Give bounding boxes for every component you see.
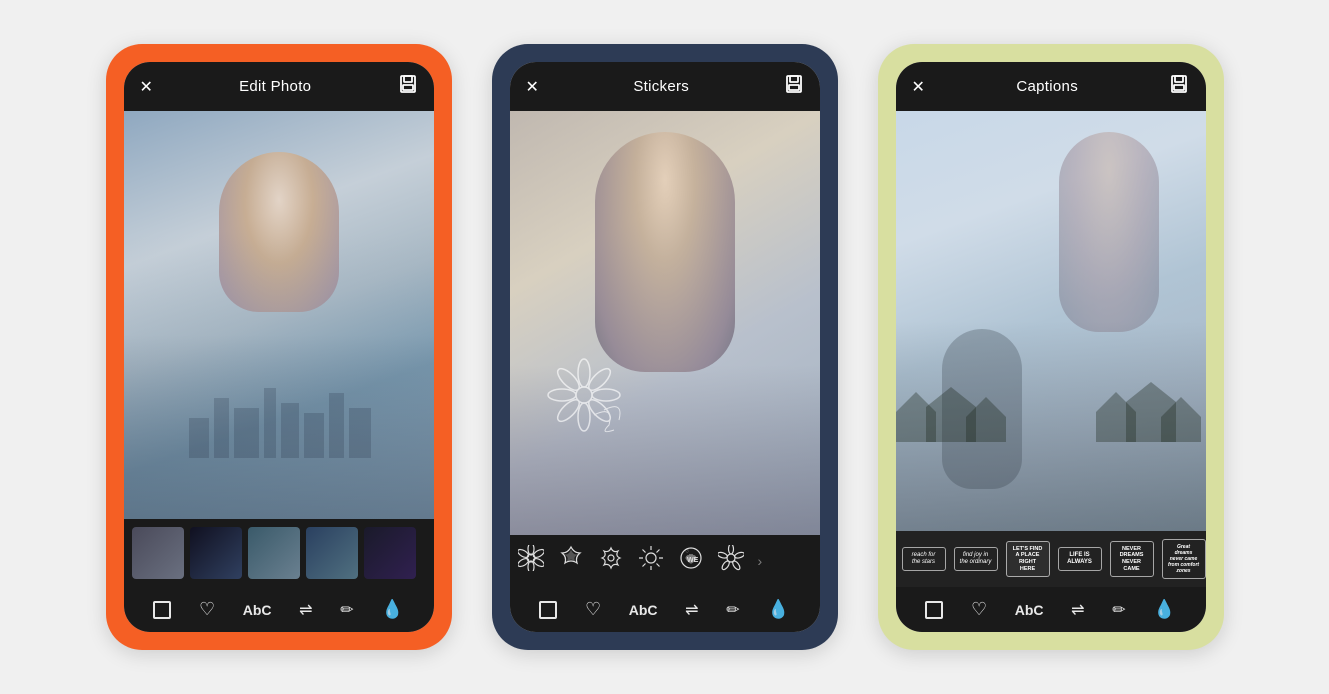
- title-edit: Edit Photo: [239, 78, 311, 95]
- svg-text:WE: WE: [687, 557, 699, 564]
- thumb-4[interactable]: [306, 527, 358, 579]
- photo-area-captions: [896, 111, 1206, 531]
- phone-wrapper-edit: ✕ Edit Photo: [106, 44, 452, 650]
- phone-wrapper-stickers: ✕ Stickers: [492, 44, 838, 650]
- pencil-icon-s[interactable]: ✏: [726, 600, 739, 620]
- photo-area-edit: [124, 111, 434, 519]
- sticker-strip: WE ♡ ›: [510, 535, 820, 587]
- drop-icon-c[interactable]: 💧: [1153, 599, 1175, 620]
- sticker-5[interactable]: WE ♡: [678, 545, 704, 577]
- thumb-1[interactable]: [132, 527, 184, 579]
- heart-icon[interactable]: ♡: [199, 599, 215, 620]
- phone-body-captions: ✕ Captions: [896, 62, 1206, 632]
- pencil-icon-c[interactable]: ✏: [1112, 600, 1125, 620]
- caption-3[interactable]: LET'S FIND A PLACE RIGHT HERE: [1006, 541, 1050, 577]
- adjust-icon[interactable]: ⇌: [299, 600, 312, 620]
- caption-6[interactable]: Great dreams never came from comfort zon…: [1162, 539, 1206, 579]
- sticker-2[interactable]: [558, 545, 584, 577]
- save-icon-captions[interactable]: [1169, 74, 1189, 99]
- crop-icon[interactable]: [153, 601, 171, 619]
- text-icon-c[interactable]: AbC: [1015, 602, 1044, 618]
- sticker-3[interactable]: [598, 545, 624, 577]
- close-icon-edit[interactable]: ✕: [140, 77, 153, 97]
- phone-wrapper-captions: ✕ Captions: [878, 44, 1224, 650]
- sticker-more[interactable]: ›: [758, 553, 763, 569]
- caption-4[interactable]: LIFE IS ALWAYS: [1058, 547, 1102, 571]
- caption-1[interactable]: reach for the stars: [902, 547, 946, 571]
- close-icon-stickers[interactable]: ✕: [526, 77, 539, 97]
- heart-icon-s[interactable]: ♡: [585, 599, 601, 620]
- thumb-5[interactable]: [364, 527, 416, 579]
- save-icon-stickers[interactable]: [784, 74, 804, 99]
- thumb-3[interactable]: [248, 527, 300, 579]
- save-icon-edit[interactable]: [398, 74, 418, 99]
- pencil-icon[interactable]: ✏: [340, 600, 353, 620]
- toolbar-stickers: ♡ AbC ⇌ ✏ 💧: [510, 587, 820, 632]
- adjust-icon-c[interactable]: ⇌: [1071, 600, 1084, 620]
- sticker-1[interactable]: [518, 545, 544, 577]
- photo-area-stickers: [510, 111, 820, 535]
- phone-body-stickers: ✕ Stickers: [510, 62, 820, 632]
- toolbar-captions: ♡ AbC ⇌ ✏ 💧: [896, 587, 1206, 632]
- sticker-4[interactable]: [638, 545, 664, 577]
- caption-5[interactable]: NEVER dreams never came: [1110, 541, 1154, 577]
- phone-body-edit: ✕ Edit Photo: [124, 62, 434, 632]
- crop-icon-s[interactable]: [539, 601, 557, 619]
- thumbnail-strip: [124, 519, 434, 587]
- caption-strip: reach for the stars find joy in the ordi…: [896, 531, 1206, 587]
- crop-icon-c[interactable]: [925, 601, 943, 619]
- caption-2[interactable]: find joy in the ordinary: [954, 547, 998, 571]
- svg-text:♡: ♡: [685, 549, 690, 555]
- sticker-6[interactable]: [718, 545, 744, 577]
- heart-icon-c[interactable]: ♡: [971, 599, 987, 620]
- toolbar-edit: ♡ AbC ⇌ ✏ 💧: [124, 587, 434, 632]
- title-stickers: Stickers: [633, 78, 689, 95]
- text-icon-s[interactable]: AbC: [629, 602, 658, 618]
- drop-icon[interactable]: 💧: [381, 599, 403, 620]
- thumb-2[interactable]: [190, 527, 242, 579]
- close-icon-captions[interactable]: ✕: [912, 77, 925, 97]
- header-stickers: ✕ Stickers: [510, 62, 820, 111]
- title-captions: Captions: [1016, 78, 1078, 95]
- header-captions: ✕ Captions: [896, 62, 1206, 111]
- text-icon[interactable]: AbC: [243, 602, 272, 618]
- adjust-icon-s[interactable]: ⇌: [685, 600, 698, 620]
- header-edit: ✕ Edit Photo: [124, 62, 434, 111]
- drop-icon-s[interactable]: 💧: [767, 599, 789, 620]
